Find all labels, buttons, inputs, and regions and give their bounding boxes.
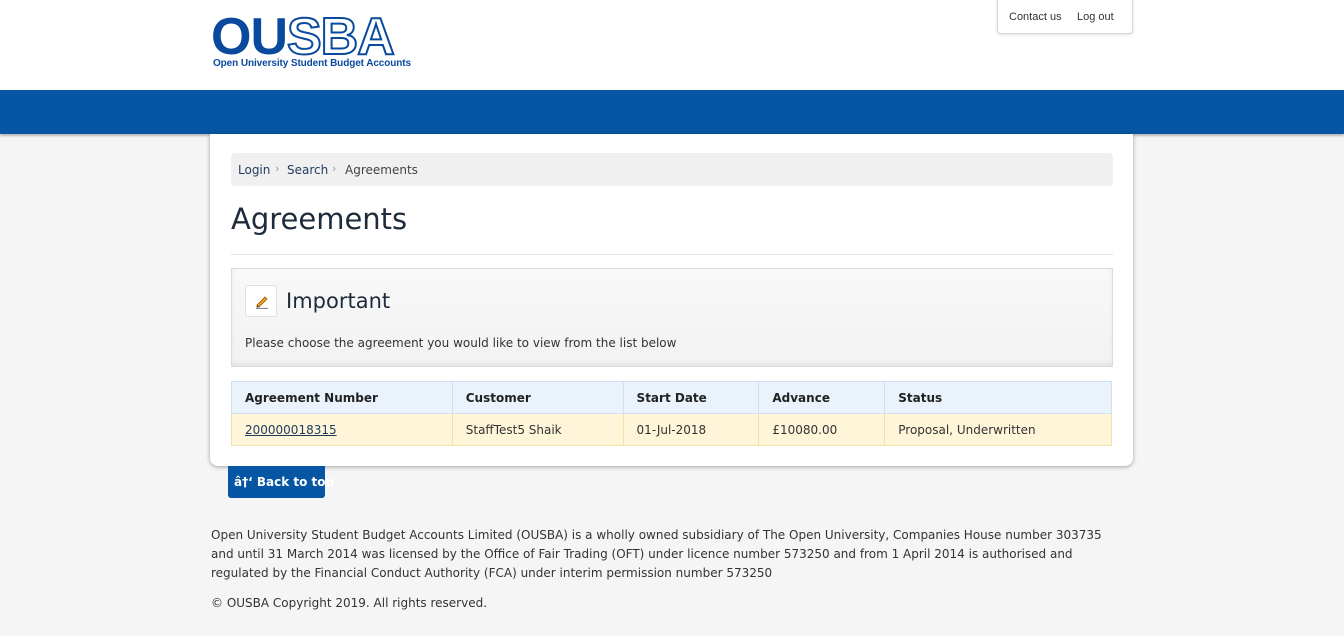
breadcrumb-search[interactable]: Search [287,163,328,177]
top-links: Contact us Log out [997,0,1133,34]
pencil-icon [245,285,277,317]
notice-title: Important [286,289,391,313]
site-header: OUSBA Open University Student Budget Acc… [0,0,1344,90]
cell-start-date: 01-Jul-2018 [622,413,760,446]
footer-legal-text: Open University Student Budget Accounts … [211,528,1102,580]
column-header-agreement-number[interactable]: Agreement Number [231,381,453,414]
breadcrumb-login[interactable]: Login [238,163,270,177]
back-to-top-label: â†‘ Back to top [234,475,335,489]
contact-us-link[interactable]: Contact us [1009,11,1062,23]
column-header-advance[interactable]: Advance [758,381,886,414]
cell-advance: £10080.00 [758,413,886,446]
footer-copyright: © OUSBA Copyright 2019. All rights reser… [211,596,488,610]
notice-text: Please choose the agreement you would li… [245,336,677,350]
cell-agreement-number: 200000018315 [231,413,453,446]
table-header-row: Agreement Number Customer Start Date Adv… [231,381,1112,414]
table-row: 200000018315 StaffTest5 Shaik 01-Jul-201… [231,413,1112,446]
nav-bar [0,90,1344,134]
column-header-start-date[interactable]: Start Date [622,381,760,414]
log-out-link[interactable]: Log out [1077,11,1114,23]
chevron-right-icon: › [275,162,280,175]
logo-wordmark: OUSBA [211,10,396,64]
breadcrumb-agreements: Agreements [345,163,418,177]
main-panel: Login › Search › Agreements Agreements I… [210,134,1133,466]
breadcrumb: Login › Search › Agreements [231,153,1113,186]
cell-customer: StaffTest5 Shaik [451,413,624,446]
back-to-top-button[interactable]: â†‘ Back to top [228,466,334,498]
column-header-status[interactable]: Status [884,381,1112,414]
column-header-customer[interactable]: Customer [451,381,624,414]
cell-status: Proposal, Underwritten [884,413,1112,446]
logo-subtitle: Open University Student Budget Accounts [213,58,411,69]
important-notice: Important Please choose the agreement yo… [231,268,1113,367]
agreement-number-link[interactable]: 200000018315 [245,423,337,437]
agreements-table: Agreement Number Customer Start Date Adv… [231,381,1112,446]
chevron-right-icon: › [332,162,337,175]
title-divider [231,254,1113,255]
ousba-logo[interactable]: OUSBA Open University Student Budget Acc… [211,10,411,72]
page-title: Agreements [231,202,408,236]
